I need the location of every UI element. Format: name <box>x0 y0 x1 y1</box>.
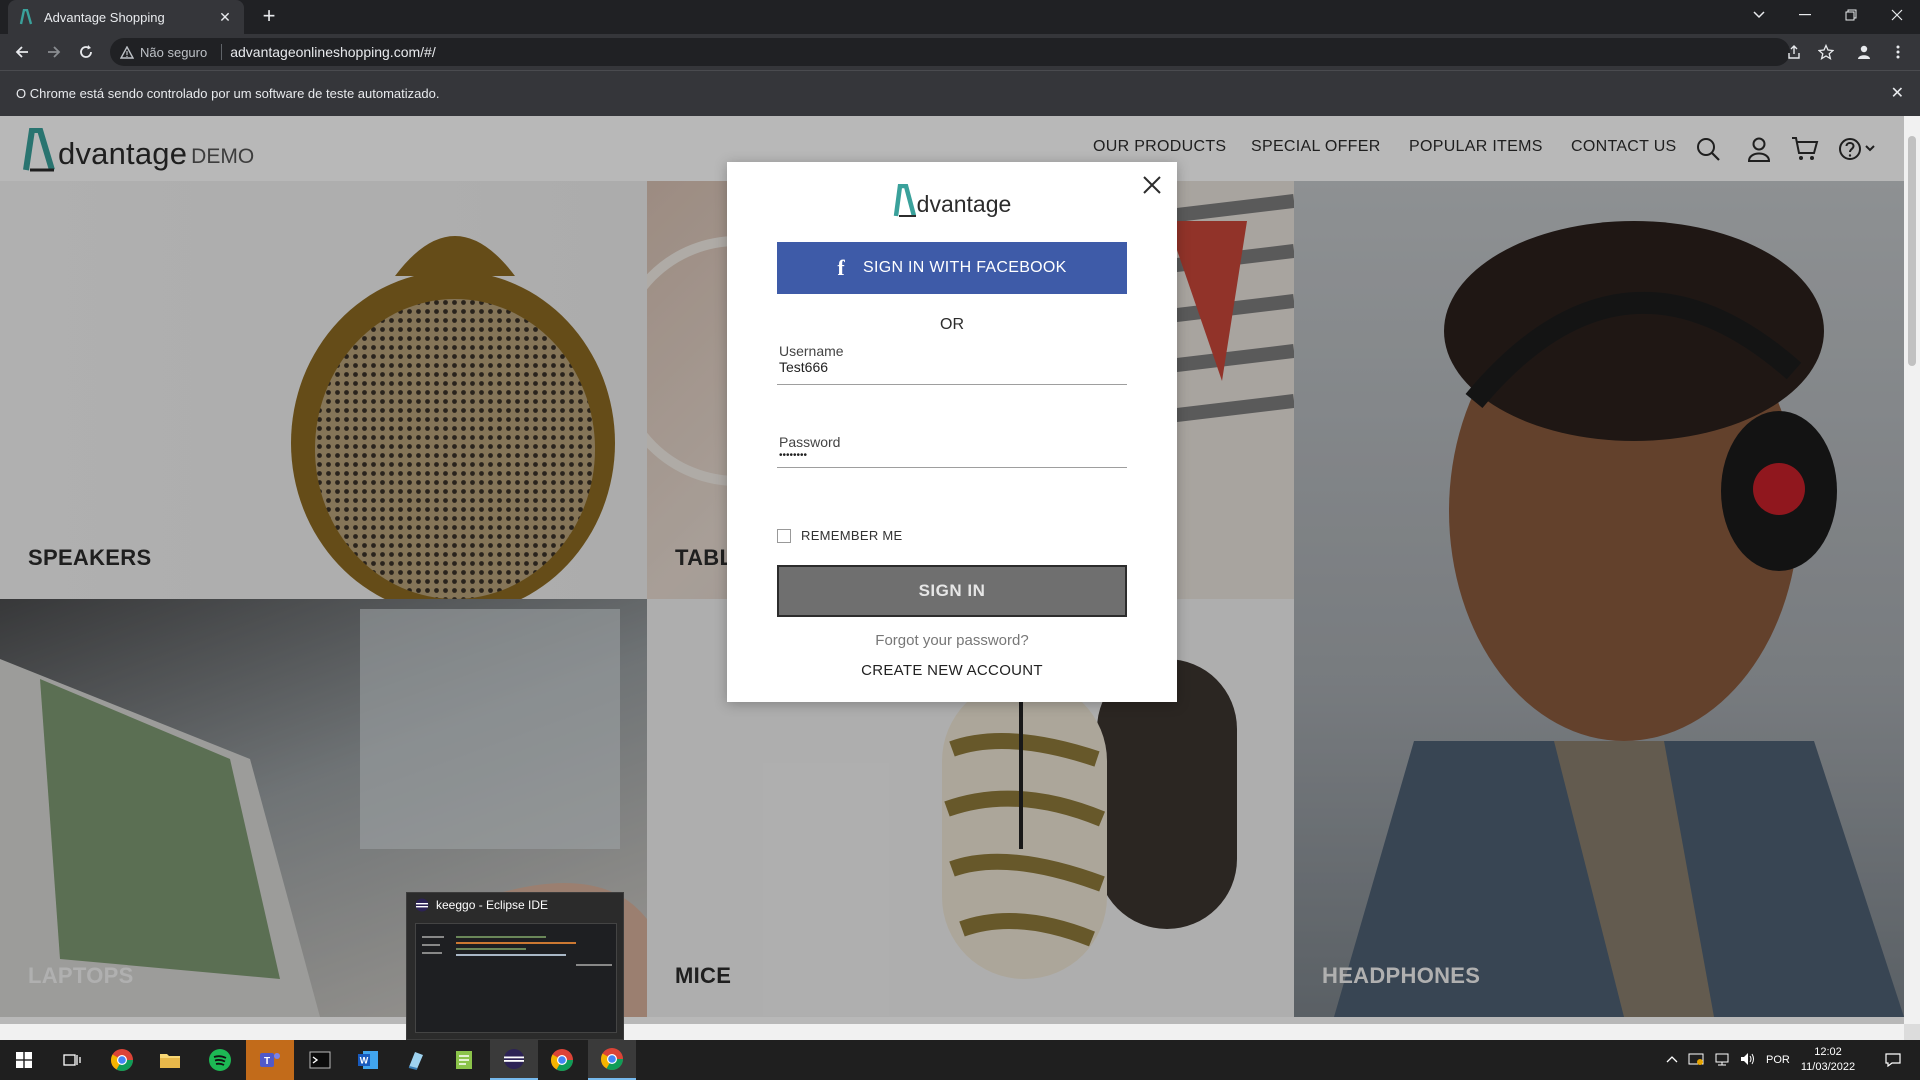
tab-search-icon[interactable] <box>1736 0 1782 30</box>
password-label: Password <box>779 434 841 450</box>
tab-strip: Advantage Shopping ✕ + <box>0 0 1920 34</box>
task-view-icon[interactable] <box>48 1040 96 1080</box>
password-value[interactable]: •••••••• <box>777 450 1127 470</box>
automation-infobar: O Chrome está sendo controlado por um so… <box>0 70 1920 116</box>
language-indicator[interactable]: POR <box>1766 1054 1790 1066</box>
chrome-taskbar-icon-3[interactable] <box>588 1040 636 1080</box>
scrollbar-corner <box>1904 1024 1920 1040</box>
tray-security-icon[interactable] <box>1688 1052 1704 1069</box>
username-label: Username <box>779 343 844 359</box>
chrome-taskbar-icon[interactable] <box>98 1040 146 1080</box>
volume-icon[interactable] <box>1740 1052 1756 1069</box>
security-label: Não seguro <box>140 44 208 60</box>
browser-tab[interactable]: Advantage Shopping ✕ <box>8 0 244 34</box>
username-value[interactable]: Test666 <box>777 359 1127 379</box>
infobar-close-icon[interactable]: ✕ <box>1891 83 1904 103</box>
restore-icon[interactable] <box>1828 0 1874 30</box>
svg-text:T: T <box>264 1056 270 1067</box>
clock-time: 12:02 <box>1814 1046 1842 1058</box>
terminal-icon[interactable] <box>296 1040 344 1080</box>
omnibox-separator <box>221 44 223 60</box>
facebook-signin-button[interactable]: f SIGN IN WITH FACEBOOK <box>777 242 1127 294</box>
kebab-menu-icon[interactable] <box>1886 40 1910 64</box>
forgot-password-link[interactable]: Forgot your password? <box>727 632 1177 649</box>
facebook-icon: f <box>837 255 845 280</box>
notification-icon[interactable] <box>1878 1040 1908 1080</box>
scroll-thumb[interactable] <box>1908 136 1916 366</box>
address-bar[interactable]: Não seguro advantageonlineshopping.com/#… <box>110 38 1790 66</box>
teams-icon[interactable]: T <box>246 1040 294 1080</box>
back-icon[interactable] <box>10 40 34 64</box>
forward-icon[interactable] <box>42 40 66 64</box>
chrome-taskbar-icon-2[interactable] <box>538 1040 586 1080</box>
svg-text:W: W <box>360 1056 369 1066</box>
remember-me[interactable]: REMEMBER ME <box>777 528 903 543</box>
horizontal-scrollbar[interactable] <box>0 1024 1904 1040</box>
preview-title-bar: keeggo - Eclipse IDE <box>407 893 623 917</box>
username-field[interactable]: Username Test666 <box>777 343 1127 385</box>
tray-chevron-up-icon[interactable] <box>1666 1054 1678 1066</box>
app-icon[interactable] <box>392 1040 440 1080</box>
facebook-signin-label: SIGN IN WITH FACEBOOK <box>862 259 1067 276</box>
automation-notice: O Chrome está sendo controlado por um so… <box>16 86 440 101</box>
signin-button[interactable]: SIGN IN <box>777 565 1127 617</box>
network-icon[interactable] <box>1714 1052 1730 1069</box>
file-explorer-icon[interactable] <box>146 1040 194 1080</box>
security-warning[interactable]: Não seguro <box>120 45 207 60</box>
advantage-favicon-icon <box>18 9 34 25</box>
modal-logo-word: dvantage <box>916 191 1012 217</box>
warning-icon <box>120 45 134 59</box>
vertical-scrollbar[interactable] <box>1904 116 1920 1040</box>
tab-close-icon[interactable]: ✕ <box>216 8 234 26</box>
close-window-icon[interactable] <box>1874 0 1920 30</box>
login-modal: dvantage f SIGN IN WITH FACEBOOK OR User… <box>727 162 1177 702</box>
preview-thumbnail <box>415 923 617 1033</box>
remember-checkbox[interactable] <box>777 528 791 543</box>
page-viewport: dvantage DEMO OUR PRODUCTS SPECIAL OFFER… <box>0 116 1904 1040</box>
minimize-icon[interactable] <box>1782 0 1828 30</box>
create-account-link[interactable]: CREATE NEW ACCOUNT <box>727 662 1177 679</box>
password-field[interactable]: Password •••••••• <box>777 434 1127 468</box>
clock-date: 11/03/2022 <box>1800 1061 1856 1073</box>
windows-taskbar: T W POR 12:02 11/03/2022 <box>0 1040 1920 1080</box>
reload-icon[interactable] <box>74 40 98 64</box>
new-tab-button[interactable]: + <box>258 5 280 28</box>
or-divider: OR <box>940 316 964 333</box>
remember-label: REMEMBER ME <box>801 528 903 543</box>
eclipse-taskbar-icon[interactable] <box>490 1040 538 1080</box>
system-tray: POR <box>1666 1040 1790 1080</box>
url-text[interactable]: advantageonlineshopping.com/#/ <box>230 44 436 60</box>
modal-logo: dvantage <box>727 184 1177 218</box>
preview-title: keeggo - Eclipse IDE <box>436 898 549 912</box>
notepad-icon[interactable] <box>440 1040 488 1080</box>
clock[interactable]: 12:02 11/03/2022 <box>1792 1040 1864 1080</box>
taskbar-window-preview[interactable]: keeggo - Eclipse IDE <box>406 892 624 1040</box>
bookmark-star-icon[interactable] <box>1814 40 1838 64</box>
profile-icon[interactable] <box>1852 40 1876 64</box>
spotify-icon[interactable] <box>196 1040 244 1080</box>
advantage-logo-icon <box>893 184 916 217</box>
word-icon[interactable]: W <box>344 1040 392 1080</box>
windows-start-icon[interactable] <box>0 1040 48 1080</box>
tab-title: Advantage Shopping <box>44 9 165 25</box>
browser-toolbar: Não seguro advantageonlineshopping.com/#… <box>0 34 1920 70</box>
share-icon[interactable] <box>1782 40 1806 64</box>
eclipse-icon <box>415 898 429 912</box>
